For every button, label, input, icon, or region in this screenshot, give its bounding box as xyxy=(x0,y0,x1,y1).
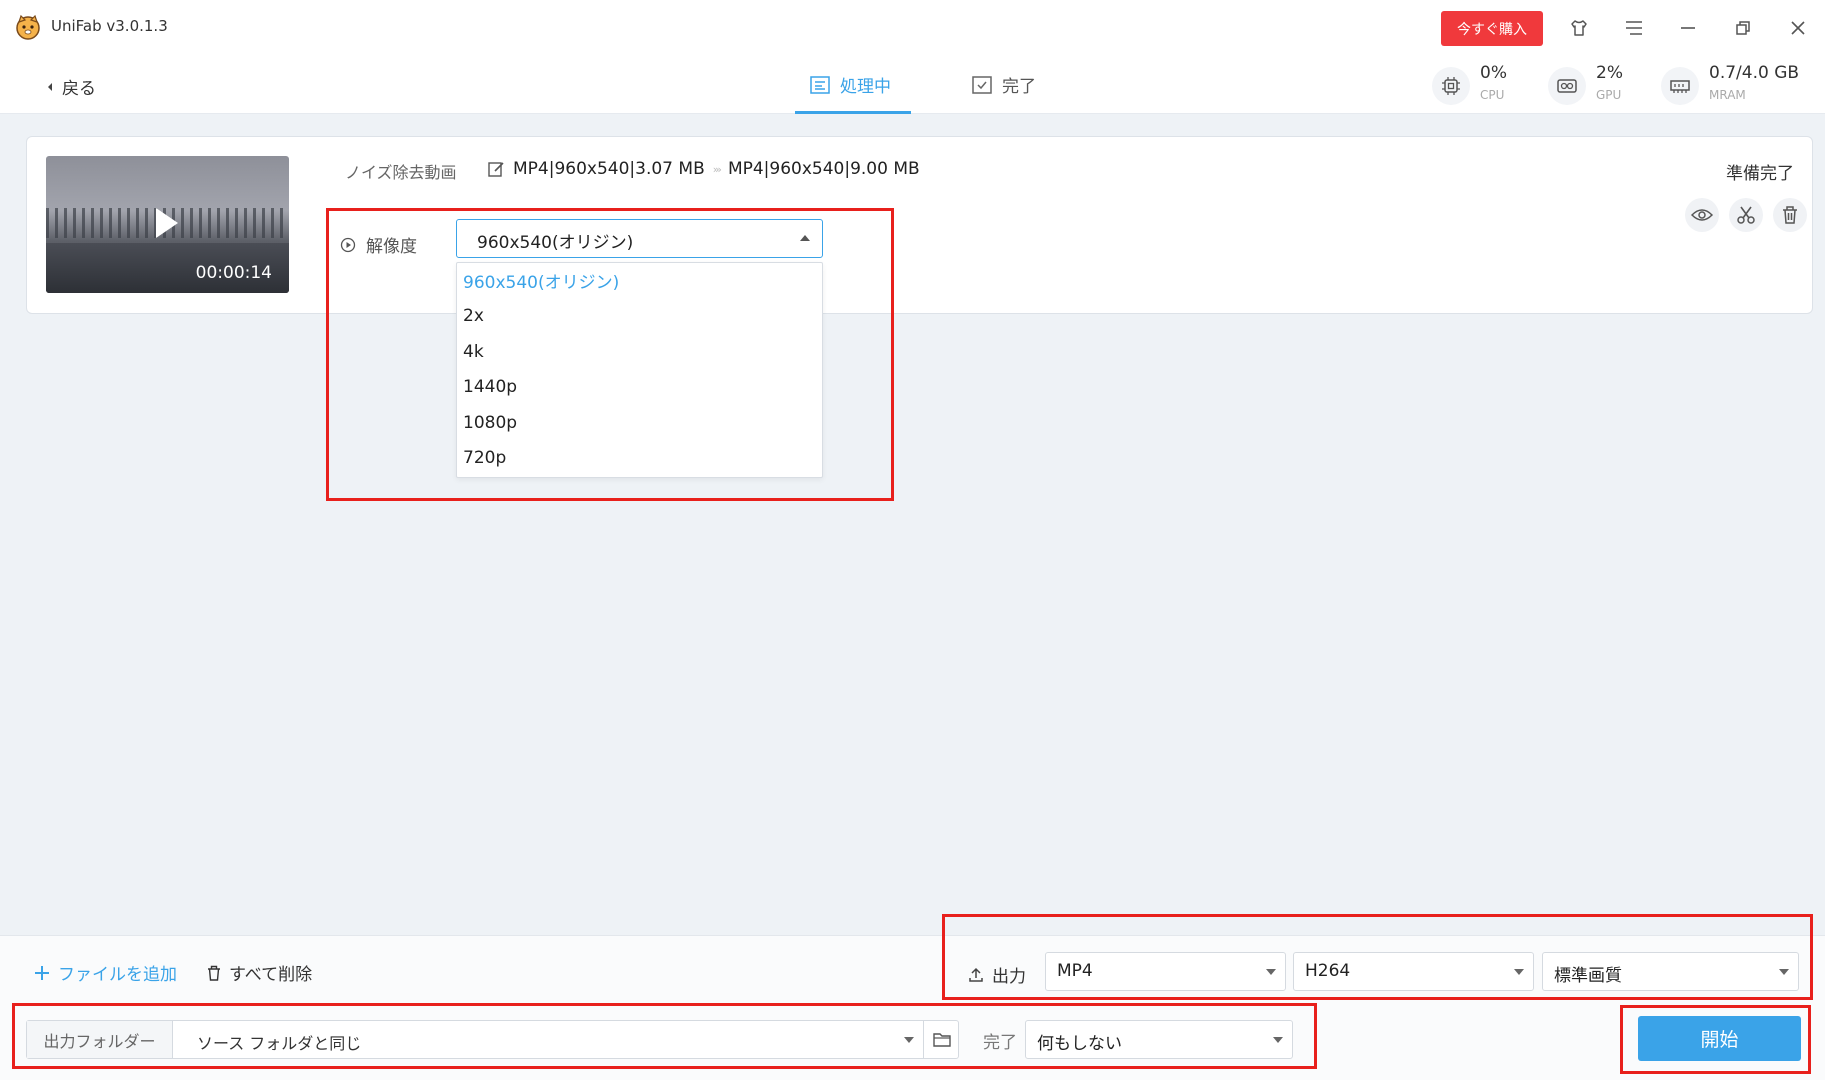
processing-list-icon xyxy=(810,75,830,94)
back-arrow-icon xyxy=(48,82,52,91)
memory-stat: 0.7/4.0 GB MRAM xyxy=(1661,63,1799,105)
buy-now-button[interactable]: 今すぐ購入 xyxy=(1441,11,1543,46)
quality-value: 標準画質 xyxy=(1554,966,1622,986)
on-complete-select[interactable]: 何もしない xyxy=(1025,1020,1293,1059)
delete-all-label: すべて削除 xyxy=(229,965,313,985)
unifab-logo-icon xyxy=(16,14,40,40)
trash-icon xyxy=(208,965,220,981)
output-folder-label: 出力フォルダー xyxy=(27,1021,173,1058)
cut-button[interactable] xyxy=(1729,198,1763,232)
gpu-label: GPU xyxy=(1596,88,1622,102)
active-tab-indicator xyxy=(795,111,911,114)
add-file-label: ファイルを追加 xyxy=(58,965,177,985)
restore-icon[interactable] xyxy=(1731,16,1755,40)
on-complete-label: 完了 xyxy=(983,1033,1017,1053)
caret-down-icon xyxy=(1266,969,1276,975)
format-select[interactable]: MP4 xyxy=(1045,952,1286,991)
resolution-option[interactable]: 1440p xyxy=(457,370,822,406)
file-info: MP4|960x540|3.07 MB ››› MP4|960x540|9.00… xyxy=(487,159,920,179)
on-complete-value: 何もしない xyxy=(1037,1034,1122,1054)
trash-icon xyxy=(1783,206,1797,224)
back-label: 戻る xyxy=(62,79,96,99)
memory-label: MRAM xyxy=(1709,88,1746,102)
resolution-label: 解像度 xyxy=(340,232,417,257)
preview-button[interactable] xyxy=(1685,198,1719,232)
add-file-button[interactable]: ファイルを追加 xyxy=(34,960,177,985)
resolution-dropdown: 960x540(オリジン) 2x 4k 1440p 1080p 720p xyxy=(456,262,823,478)
resolution-option[interactable]: 4k xyxy=(457,334,822,370)
menu-icon[interactable] xyxy=(1622,16,1646,40)
nav-bar: 戻る 処理中 完了 0% CPU 2% GPU 0.7/4.0 GB MRAM xyxy=(0,56,1825,114)
output-label-text: 出力 xyxy=(992,967,1026,987)
caret-up-icon xyxy=(800,235,810,241)
cpu-icon xyxy=(1432,67,1470,105)
caret-down-icon xyxy=(1514,969,1524,975)
scissors-icon xyxy=(1737,206,1755,224)
format-value: MP4 xyxy=(1057,961,1093,981)
resolution-option[interactable]: 2x xyxy=(457,299,822,335)
minimize-icon[interactable] xyxy=(1676,16,1700,40)
completed-check-icon xyxy=(972,75,992,94)
resolution-option[interactable]: 1080p xyxy=(457,405,822,441)
close-icon[interactable] xyxy=(1786,16,1810,40)
video-thumbnail[interactable]: 00:00:14 xyxy=(46,156,289,293)
tab-completed[interactable]: 完了 xyxy=(972,72,1036,97)
edit-icon[interactable] xyxy=(487,160,505,178)
memory-icon xyxy=(1661,67,1699,105)
caret-down-icon xyxy=(904,1037,914,1043)
upload-icon xyxy=(969,967,983,982)
codec-select[interactable]: H264 xyxy=(1293,952,1534,991)
cpu-value: 0% xyxy=(1480,63,1507,83)
gpu-icon xyxy=(1548,67,1586,105)
browse-folder-button[interactable] xyxy=(923,1021,959,1058)
caret-down-icon xyxy=(1779,969,1789,975)
codec-value: H264 xyxy=(1305,961,1351,981)
output-folder-select[interactable]: 出力フォルダー ソース フォルダと同じ xyxy=(26,1020,959,1059)
resolution-select[interactable]: 960x540(オリジン) xyxy=(456,219,823,258)
tab-completed-label: 完了 xyxy=(1002,77,1036,97)
delete-task-button[interactable] xyxy=(1773,198,1807,232)
plus-icon xyxy=(35,965,49,980)
gpu-value: 2% xyxy=(1596,63,1623,83)
task-card: 00:00:14 ノイズ除去動画 MP4|960x540|3.07 MB ›››… xyxy=(26,136,1813,314)
input-file-info: MP4|960x540|3.07 MB xyxy=(513,159,705,179)
resolution-option[interactable]: 720p xyxy=(457,441,822,477)
resolution-selected-value: 960x540(オリジン) xyxy=(477,233,634,253)
delete-all-button[interactable]: すべて削除 xyxy=(207,960,312,985)
resolution-label-text: 解像度 xyxy=(366,237,417,257)
radio-play-icon xyxy=(340,237,356,252)
cpu-stat: 0% CPU xyxy=(1432,63,1507,105)
caret-down-icon xyxy=(1273,1037,1283,1043)
eye-icon xyxy=(1691,209,1713,221)
start-button[interactable]: 開始 xyxy=(1638,1016,1801,1061)
quality-select[interactable]: 標準画質 xyxy=(1542,952,1799,991)
video-duration: 00:00:14 xyxy=(195,263,272,283)
output-file-info: MP4|960x540|9.00 MB xyxy=(727,159,920,179)
memory-value: 0.7/4.0 GB xyxy=(1709,63,1800,83)
tab-processing-label: 処理中 xyxy=(840,77,891,97)
arrow-separator-icon: ››› xyxy=(712,162,722,176)
back-button[interactable]: 戻る xyxy=(46,74,96,99)
play-icon[interactable] xyxy=(154,206,180,240)
cpu-label: CPU xyxy=(1480,88,1505,102)
task-status: 準備完了 xyxy=(1726,164,1794,184)
task-name: ノイズ除去動画 xyxy=(345,163,457,182)
output-folder-value: ソース フォルダと同じ xyxy=(197,1034,362,1053)
output-label: 出力 xyxy=(968,962,1026,987)
shirt-icon[interactable] xyxy=(1567,16,1591,40)
folder-icon xyxy=(932,1033,951,1047)
app-title: UniFab v3.0.1.3 xyxy=(51,17,168,35)
tab-processing[interactable]: 処理中 xyxy=(810,72,891,97)
title-bar: UniFab v3.0.1.3 今すぐ購入 xyxy=(0,0,1825,56)
gpu-stat: 2% GPU xyxy=(1548,63,1623,105)
resolution-option[interactable]: 960x540(オリジン) xyxy=(457,263,822,299)
